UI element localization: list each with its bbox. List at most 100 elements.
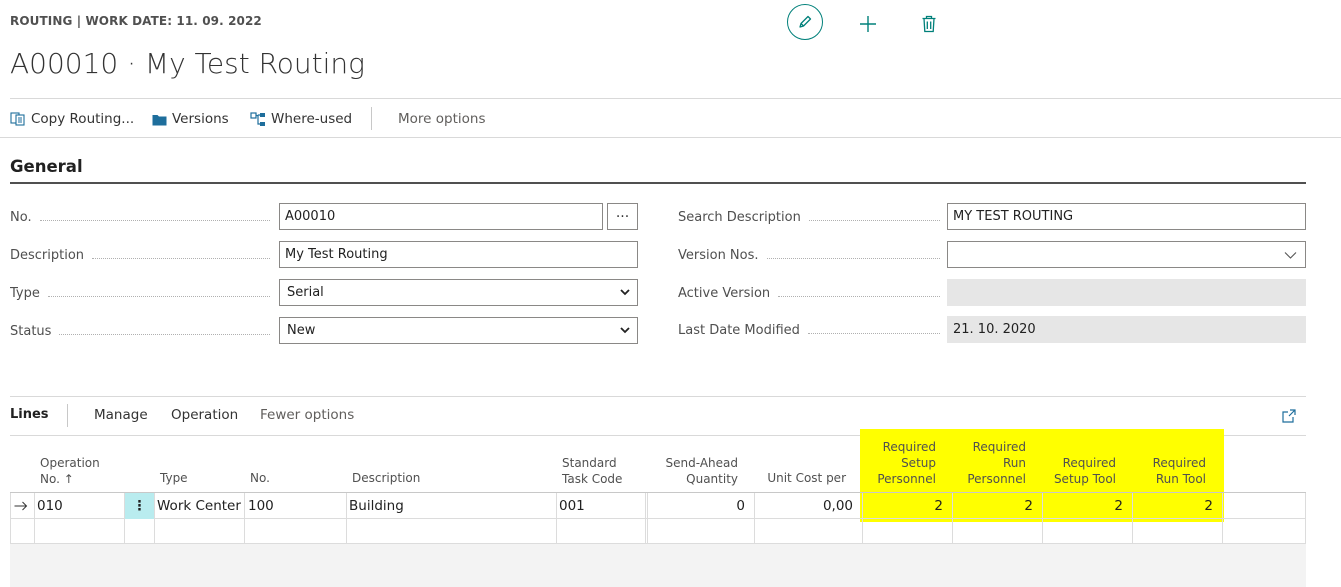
expand-icon	[1282, 409, 1296, 423]
field-label-text: Status	[10, 323, 52, 339]
cell-required-setup-personnel[interactable]: 2	[863, 493, 952, 519]
field-label-text: Search Description	[678, 209, 801, 225]
col-header-operation-no[interactable]: Operation No. ↑	[40, 455, 100, 487]
lines-separator	[67, 404, 68, 427]
header-line: Required	[1062, 456, 1116, 470]
cell-standard-task-code[interactable]: 001	[559, 493, 644, 519]
header-line: Operation	[40, 456, 100, 470]
field-label-text: Type	[10, 285, 40, 301]
col-header-send-ahead-quantity[interactable]: Send-Ahead Quantity	[666, 455, 738, 487]
label-dots	[59, 333, 270, 335]
status-select[interactable]: New	[279, 317, 638, 344]
col-header-description[interactable]: Description	[352, 470, 420, 486]
col-header-unit-cost-per[interactable]: Unit Cost per	[767, 470, 846, 486]
description-input[interactable]: My Test Routing	[279, 241, 638, 268]
col-header-required-setup-personnel[interactable]: Required Setup Personnel	[877, 439, 936, 487]
label-dots	[92, 257, 270, 259]
col-header-type[interactable]: Type	[160, 470, 188, 486]
header-line: No. ↑	[40, 472, 74, 486]
field-label-version-nos: Version Nos.	[678, 245, 940, 265]
field-label-text: Description	[10, 247, 85, 263]
field-label-last-date-modified: Last Date Modified	[678, 320, 940, 340]
field-label-text: No.	[10, 209, 32, 225]
versions-label: Versions	[172, 111, 229, 127]
header-line: Run Tool	[1155, 472, 1206, 486]
versions-button[interactable]: Versions	[152, 108, 229, 130]
field-label-search-description: Search Description	[678, 207, 940, 227]
header-line: Personnel	[877, 472, 936, 486]
search-description-input[interactable]: MY TEST ROUTING	[947, 203, 1306, 230]
label-dots	[766, 257, 940, 259]
delete-button[interactable]	[917, 12, 941, 36]
header-line: Standard	[562, 456, 617, 470]
more-options-button[interactable]: More options	[398, 108, 485, 130]
description-value: My Test Routing	[285, 247, 388, 262]
col-header-required-setup-tool[interactable]: Required Setup Tool	[1054, 455, 1116, 487]
breadcrumb: ROUTING | WORK DATE: 11. 09. 2022	[10, 14, 262, 28]
section-title-general[interactable]: General	[10, 157, 83, 176]
cell-no[interactable]: 100	[248, 493, 344, 519]
new-button[interactable]	[856, 12, 880, 36]
action-separator	[371, 107, 372, 130]
label-dots	[808, 219, 940, 221]
divider	[0, 137, 1341, 138]
col-header-no[interactable]: No.	[250, 470, 270, 486]
manage-menu[interactable]: Manage	[94, 407, 148, 423]
field-label-status: Status	[10, 321, 270, 341]
col-border	[34, 493, 35, 544]
page-title: A00010 · My Test Routing	[10, 47, 365, 80]
cell-required-run-tool[interactable]: 2	[1133, 493, 1222, 519]
col-border	[1305, 493, 1306, 544]
chevron-down-icon	[1284, 252, 1297, 259]
version-nos-input[interactable]	[947, 241, 1306, 268]
edit-button[interactable]	[787, 4, 823, 40]
delete-icon	[922, 15, 936, 33]
operation-menu[interactable]: Operation	[171, 407, 238, 423]
row-indicator	[14, 493, 34, 519]
field-label-text: Last Date Modified	[678, 322, 800, 338]
cell-type[interactable]: Work Center	[157, 493, 243, 519]
where-used-button[interactable]: Where-used	[250, 108, 352, 130]
cell-required-run-personnel[interactable]: 2	[953, 493, 1042, 519]
header-line: Run	[1002, 456, 1026, 470]
divider	[10, 98, 1341, 99]
fewer-options-button[interactable]: Fewer options	[260, 407, 354, 423]
type-value: Serial	[287, 285, 324, 300]
header-line: Required	[1152, 456, 1206, 470]
copy-routing-label: Copy Routing...	[31, 111, 135, 127]
lines-title[interactable]: Lines	[10, 407, 49, 422]
label-dots	[778, 295, 940, 297]
col-border	[346, 493, 347, 544]
no-input[interactable]: A00010	[279, 203, 603, 230]
field-label-text: Version Nos.	[678, 247, 759, 263]
last-date-modified-value: 21. 10. 2020	[953, 322, 1036, 337]
col-border	[10, 493, 11, 544]
where-used-label: Where-used	[271, 111, 353, 127]
header-line: Setup	[901, 456, 936, 470]
label-dots	[807, 332, 940, 334]
last-date-modified-field: 21. 10. 2020	[947, 316, 1306, 343]
expand-button[interactable]	[1278, 405, 1300, 427]
assist-edit-button[interactable]: ···	[607, 203, 638, 230]
header-line: Quantity	[686, 472, 738, 486]
field-label-active-version: Active Version	[678, 283, 940, 303]
field-label-text: Active Version	[678, 285, 771, 301]
cell-send-ahead-quantity[interactable]: 0	[648, 493, 754, 519]
col-header-required-run-tool[interactable]: Required Run Tool	[1153, 455, 1206, 487]
cell-unit-cost-per[interactable]: 0,00	[755, 493, 862, 519]
add-icon	[860, 16, 876, 32]
cell-required-setup-tool[interactable]: 2	[1043, 493, 1132, 519]
label-dots	[39, 219, 270, 221]
type-select[interactable]: Serial	[279, 279, 638, 306]
search-description-value: MY TEST ROUTING	[953, 209, 1074, 224]
section-rule	[10, 182, 1306, 184]
col-header-standard-task-code[interactable]: Standard Task Code	[562, 455, 622, 487]
cell-operation-no[interactable]: 010	[37, 493, 123, 519]
header-line: Required	[972, 440, 1026, 454]
col-header-required-run-personnel[interactable]: Required Run Personnel	[967, 439, 1026, 487]
cell-description[interactable]: Building	[349, 493, 555, 519]
copy-routing-button[interactable]: Copy Routing...	[10, 108, 134, 130]
field-label-no: No.	[10, 207, 270, 227]
row-menu-button[interactable]: ⋮	[125, 493, 154, 519]
header-line: Send-Ahead	[665, 456, 738, 470]
